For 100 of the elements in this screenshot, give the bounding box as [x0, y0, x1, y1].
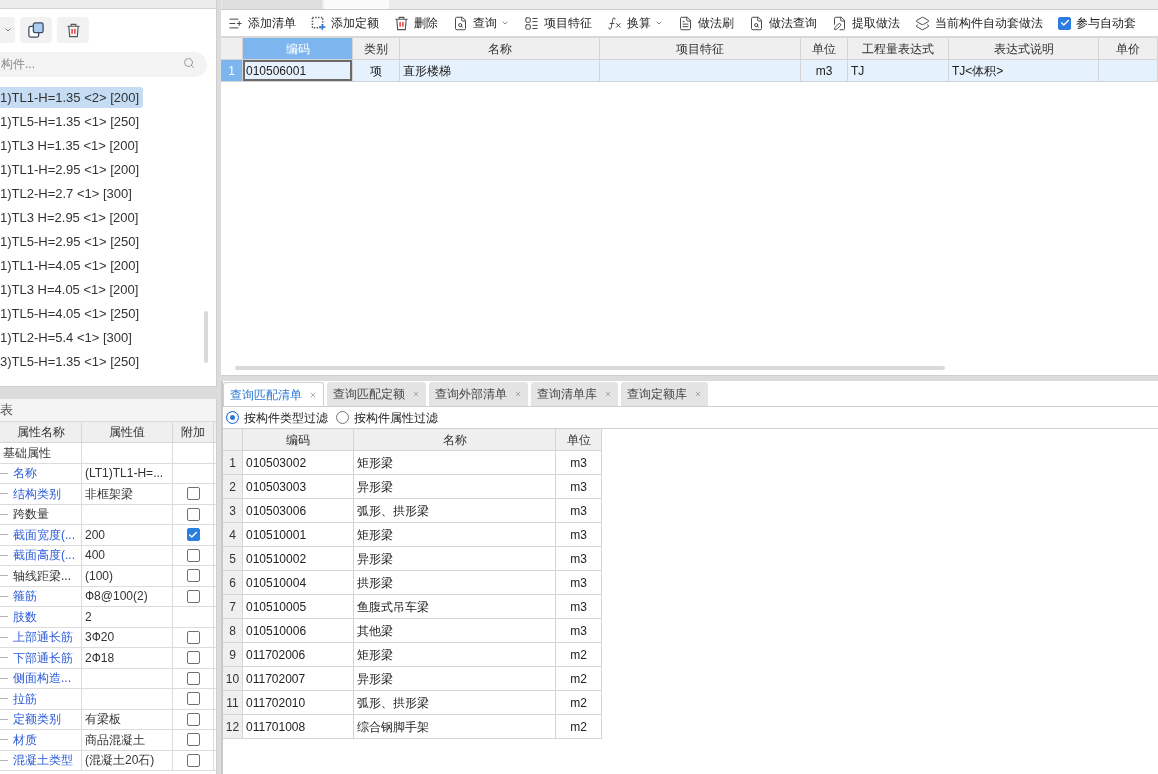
layers-icon	[915, 15, 930, 31]
table-cell: m3	[556, 547, 602, 571]
caret-icon	[3, 26, 12, 34]
checkbox[interactable]	[186, 671, 200, 685]
tree-connector	[0, 595, 8, 597]
toolbar-button[interactable]: 当前构件自动套做法	[915, 14, 1043, 32]
toolbar-button[interactable]: 做法刷	[678, 14, 734, 32]
table-cell: 综合钢脚手架	[354, 715, 556, 739]
checkbox[interactable]	[186, 589, 200, 603]
column-header: 单位	[556, 429, 602, 451]
checkbox[interactable]	[186, 528, 200, 542]
auto-apply-option[interactable]: 参与自动套	[1058, 14, 1136, 32]
component-list-item[interactable]: 1)TL3 H=1.35 <1> [200]	[0, 135, 143, 156]
checkbox[interactable]	[1058, 16, 1071, 30]
column-header[interactable]: 名称	[400, 38, 600, 59]
checkbox[interactable]	[186, 569, 200, 583]
tab[interactable]: 查询清单库	[531, 382, 618, 406]
table-cell: TJ<体积>	[949, 60, 1099, 81]
tree-connector	[0, 739, 8, 741]
toolbar-button[interactable]: 添加清单	[228, 14, 296, 32]
scrollbar-thumb[interactable]	[204, 311, 208, 363]
tick-icon	[1059, 18, 1070, 28]
tree-connector	[0, 472, 8, 474]
table-cell: 异形梁	[354, 547, 556, 571]
table-cell: 矩形梁	[354, 451, 556, 475]
tree-connector	[0, 513, 8, 515]
property-name: 侧面构造...	[13, 670, 71, 688]
column-header[interactable]: 表达式说明	[949, 38, 1099, 59]
property-group-name: 基础属性	[2, 444, 51, 462]
toolbar-button[interactable]: 提取做法	[832, 14, 900, 32]
property-name: 肢数	[13, 608, 37, 626]
component-list-item[interactable]: 1)TL3 H=2.95 <1> [200]	[0, 207, 143, 228]
column-header[interactable]: 单价	[1099, 38, 1158, 59]
checkbox[interactable]	[186, 630, 200, 644]
checkbox[interactable]	[186, 548, 200, 562]
search-field[interactable]: 构件...	[0, 51, 207, 77]
file-search-icon	[453, 15, 468, 31]
table-cell: 项	[353, 60, 400, 81]
property-value: 2	[85, 608, 92, 626]
component-list-item[interactable]: 1)TL1-H=2.95 <1> [200]	[0, 159, 144, 180]
tab[interactable]: 查询外部清单	[429, 382, 528, 406]
tree-connector	[0, 677, 8, 679]
property-value: 2Ф18	[85, 649, 115, 667]
table-cell: m2	[556, 715, 602, 739]
panel-title: 表	[0, 401, 13, 420]
delete-button[interactable]	[57, 17, 89, 43]
row-number: 9	[223, 643, 243, 667]
tab[interactable]: 查询匹配定额	[327, 382, 426, 406]
search-icon	[183, 57, 195, 69]
function-icon	[607, 15, 622, 31]
column-header[interactable]: 工程量表达式	[848, 38, 949, 59]
table-cell: m3	[556, 499, 602, 523]
scrollbar-thumb[interactable]	[235, 366, 945, 370]
table-cell: 010506001	[243, 60, 353, 81]
toolbar-button[interactable]: 换算	[607, 14, 663, 32]
trash-icon	[394, 15, 409, 31]
table-cell: 010503002	[243, 451, 354, 475]
toolbar-button[interactable]: 添加定额	[311, 14, 379, 32]
property-name: 名称	[13, 465, 37, 483]
toolbar-button[interactable]: 项目特征	[524, 14, 592, 32]
component-list-item[interactable]: 1)TL5-H=2.95 <1> [250]	[0, 231, 144, 252]
column-header[interactable]: 类别	[353, 38, 400, 59]
filter-option[interactable]: 按构件类型过滤	[226, 408, 328, 427]
component-list-item[interactable]: 1)TL2-H=2.7 <1> [300]	[0, 183, 136, 204]
column-header[interactable]: 单位	[801, 38, 848, 59]
component-list-item[interactable]: 3)TL5-H=1.35 <1> [250]	[0, 351, 144, 372]
copy-button[interactable]	[20, 17, 52, 43]
row-number: 5	[223, 547, 243, 571]
checkbox[interactable]	[186, 507, 200, 521]
column-header: 属性名称	[0, 422, 82, 442]
table-cell: 010510005	[243, 595, 354, 619]
tree-connector	[0, 759, 8, 761]
table-cell: 直形楼梯	[400, 60, 600, 81]
property-name: 上部通长筋	[13, 629, 73, 647]
checkbox[interactable]	[186, 712, 200, 726]
table-cell: 弧形、拱形梁	[354, 691, 556, 715]
component-list-item[interactable]: 1)TL3 H=4.05 <1> [200]	[0, 279, 143, 300]
table-cell: m3	[556, 571, 602, 595]
component-list-item[interactable]: 1)TL5-H=4.05 <1> [250]	[0, 303, 144, 324]
checkbox[interactable]	[186, 753, 200, 767]
toolbar-button[interactable]: 查询	[453, 14, 509, 32]
row-number: 4	[223, 523, 243, 547]
checkbox[interactable]	[186, 651, 200, 665]
checkbox[interactable]	[186, 692, 200, 706]
toolbar-button[interactable]: 做法查询	[749, 14, 817, 32]
component-list-item[interactable]: 1)TL5-H=1.35 <1> [250]	[0, 111, 144, 132]
component-list-item[interactable]: 1)TL1-H=1.35 <2> [200]	[0, 87, 144, 108]
row-number: 1	[223, 451, 243, 475]
filter-option[interactable]: 按构件属性过滤	[336, 408, 438, 427]
tab[interactable]: 查询匹配清单	[223, 382, 324, 406]
toolbar-button[interactable]: 删除	[394, 14, 438, 32]
checkbox[interactable]	[186, 487, 200, 501]
property-name: 下部通长筋	[13, 649, 73, 667]
column-header[interactable]: 项目特征	[600, 38, 801, 59]
component-list-item[interactable]: 1)TL2-H=5.4 <1> [300]	[0, 327, 136, 348]
tab[interactable]: 查询定额库	[621, 382, 708, 406]
column-header: 附加	[173, 422, 214, 442]
checkbox[interactable]	[186, 733, 200, 747]
tree-connector	[0, 698, 8, 700]
component-list-item[interactable]: 1)TL1-H=4.05 <1> [200]	[0, 255, 144, 276]
